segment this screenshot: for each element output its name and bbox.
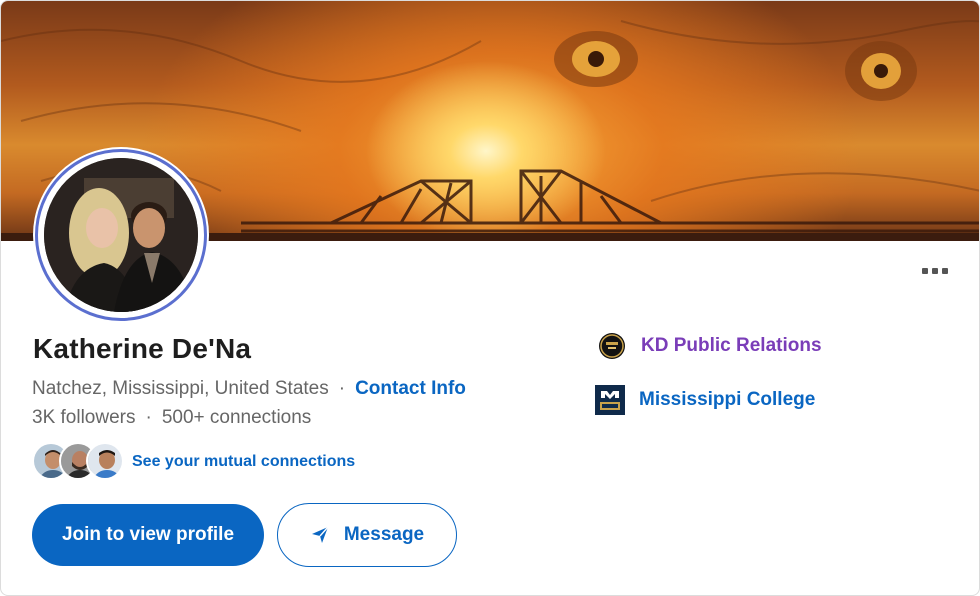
affiliation-name[interactable]: Mississippi College (639, 389, 815, 411)
affiliation-kd-public-relations[interactable]: KD Public Relations (597, 331, 822, 361)
mutual-avatars (32, 442, 124, 482)
profile-photo (44, 158, 198, 312)
location-text: Natchez, Mississippi, United States (32, 378, 329, 399)
mississippi-college-logo-icon (595, 385, 625, 415)
followers-count: 3K followers (32, 407, 136, 428)
message-button-label: Message (343, 524, 425, 545)
mutual-connections-row[interactable]: See your mutual connections (32, 442, 355, 482)
more-dot (932, 268, 938, 274)
mutual-connections-link[interactable]: See your mutual connections (132, 453, 355, 471)
mutual-avatar (86, 442, 124, 480)
profile-top-card: Katherine De'Na Natchez, Mississippi, Un… (0, 0, 980, 596)
contact-info-link[interactable]: Contact Info (355, 378, 466, 400)
send-icon (311, 526, 329, 543)
separator-dot: · (338, 378, 346, 399)
profile-photo-frame[interactable] (35, 149, 207, 321)
location-row: Natchez, Mississippi, United States · Co… (32, 378, 466, 400)
separator-dot: · (145, 407, 152, 428)
kd-public-relations-logo-icon (597, 331, 627, 361)
more-options-icon[interactable] (913, 257, 957, 285)
message-button[interactable]: Message (277, 503, 457, 567)
affiliation-name[interactable]: KD Public Relations (641, 335, 822, 357)
more-dot (942, 268, 948, 274)
affiliation-mississippi-college[interactable]: Mississippi College (595, 385, 815, 415)
join-to-view-profile-button[interactable]: Join to view profile (32, 504, 264, 566)
network-stats-row: 3K followers · 500+ connections (32, 407, 311, 429)
connections-count: 500+ connections (161, 407, 312, 428)
profile-name: Katherine De'Na (33, 333, 252, 364)
more-dot (922, 268, 928, 274)
